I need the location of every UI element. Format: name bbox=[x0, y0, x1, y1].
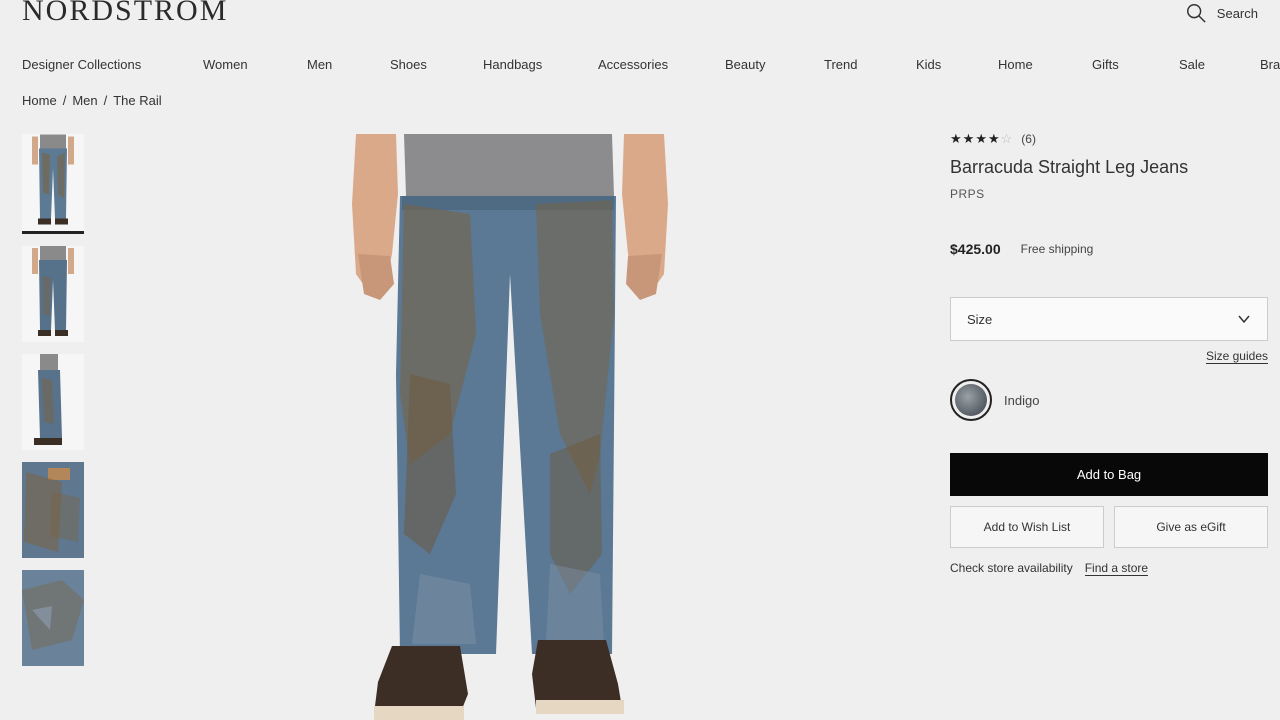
nordstrom-logo[interactable]: NORDSTROM bbox=[22, 0, 228, 28]
nav-item-kids[interactable]: Kids bbox=[916, 57, 941, 72]
size-guides-row: Size guides bbox=[950, 349, 1268, 364]
product-main-image[interactable] bbox=[300, 134, 720, 720]
thumbnail-back[interactable] bbox=[22, 246, 84, 342]
nav-item-beauty[interactable]: Beauty bbox=[725, 57, 765, 72]
color-selector: Indigo bbox=[950, 379, 1268, 421]
price-row: $425.00 Free shipping bbox=[950, 241, 1268, 257]
nav-item-sale[interactable]: Sale bbox=[1179, 57, 1205, 72]
rating[interactable]: ★★★★☆ (6) bbox=[950, 130, 1268, 148]
star-empty-icon: ☆ bbox=[1000, 131, 1014, 146]
review-count[interactable]: (6) bbox=[1021, 132, 1036, 146]
product-title: Barracuda Straight Leg Jeans bbox=[950, 157, 1189, 177]
give-as-egift-button[interactable]: Give as eGift bbox=[1114, 506, 1268, 548]
nav-item-men[interactable]: Men bbox=[307, 57, 332, 72]
add-to-wish-list-button[interactable]: Add to Wish List bbox=[950, 506, 1104, 548]
color-swatch-indigo[interactable] bbox=[950, 379, 992, 421]
breadcrumb-the-rail[interactable]: The Rail bbox=[113, 93, 161, 108]
breadcrumb-separator: / bbox=[103, 93, 108, 108]
thumbnail-detail-pocket[interactable] bbox=[22, 462, 84, 558]
rating-stars: ★★★★☆ bbox=[950, 131, 1013, 147]
breadcrumb-home[interactable]: Home bbox=[22, 93, 57, 108]
nav-item-designer-collections[interactable]: Designer Collections bbox=[22, 57, 141, 72]
nav-item-handbags[interactable]: Handbags bbox=[483, 57, 542, 72]
product-details-panel: ★★★★☆ (6) Barracuda Straight Leg Jeans P… bbox=[950, 130, 1268, 576]
star-icon: ★ bbox=[987, 131, 1001, 146]
shipping-info: Free shipping bbox=[1020, 242, 1094, 256]
product-brand[interactable]: PRPS bbox=[950, 187, 1268, 201]
swatch-fill bbox=[955, 384, 987, 416]
search-label: Search bbox=[1216, 5, 1258, 21]
thumbnail-front[interactable] bbox=[22, 134, 84, 234]
nav-item-home[interactable]: Home bbox=[998, 57, 1033, 72]
add-to-bag-button[interactable]: Add to Bag bbox=[950, 453, 1268, 496]
thumbnail-gallery bbox=[22, 134, 86, 678]
thumbnail-detail-fabric[interactable] bbox=[22, 570, 84, 666]
jeans-image bbox=[352, 134, 668, 720]
breadcrumb-separator: / bbox=[62, 93, 67, 108]
main-nav: Designer Collections Women Men Shoes Han… bbox=[22, 57, 1280, 75]
product-price: $425.00 bbox=[950, 241, 1001, 257]
color-name: Indigo bbox=[1004, 392, 1040, 408]
nav-item-brands[interactable]: Bra bbox=[1260, 57, 1280, 72]
chevron-down-icon bbox=[1238, 315, 1250, 324]
breadcrumb: Home / Men / The Rail bbox=[22, 93, 162, 108]
nav-item-trend[interactable]: Trend bbox=[824, 57, 857, 72]
secondary-actions: Add to Wish List Give as eGift bbox=[950, 506, 1268, 548]
store-availability-row: Check store availability Find a store bbox=[950, 561, 1268, 576]
search-icon bbox=[1186, 4, 1206, 23]
breadcrumb-men[interactable]: Men bbox=[72, 93, 97, 108]
star-icon: ★ bbox=[975, 131, 988, 146]
star-icon: ★ bbox=[950, 131, 963, 146]
size-select-label: Size bbox=[967, 311, 993, 327]
find-a-store-link[interactable]: Find a store bbox=[1084, 561, 1149, 576]
search-button[interactable]: Search bbox=[1185, 2, 1258, 24]
size-select[interactable]: Size bbox=[950, 297, 1268, 341]
nav-item-accessories[interactable]: Accessories bbox=[598, 57, 668, 72]
store-availability-label: Check store availability bbox=[950, 561, 1073, 575]
nav-item-women[interactable]: Women bbox=[203, 57, 248, 72]
size-guides-link[interactable]: Size guides bbox=[1205, 349, 1268, 364]
thumbnail-side[interactable] bbox=[22, 354, 84, 450]
star-icon: ★ bbox=[962, 131, 976, 146]
nav-item-gifts[interactable]: Gifts bbox=[1092, 57, 1119, 72]
nav-item-shoes[interactable]: Shoes bbox=[390, 57, 427, 72]
